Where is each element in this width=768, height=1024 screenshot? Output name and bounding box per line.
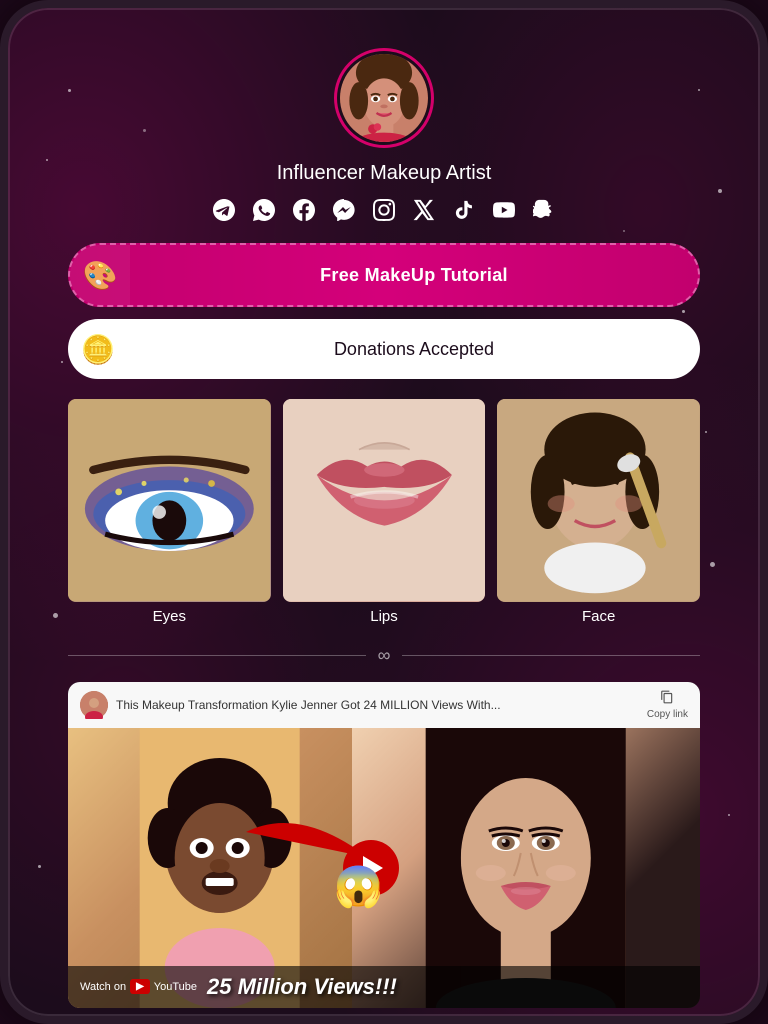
divider-line-right: [402, 655, 700, 656]
instagram-icon[interactable]: [371, 197, 397, 223]
eyes-label: Eyes: [153, 608, 186, 625]
eyes-thumbnail: [68, 399, 271, 602]
profile-name: Influencer Makeup Artist: [277, 162, 492, 185]
twitter-x-icon[interactable]: [411, 197, 437, 223]
lips-label: Lips: [370, 608, 398, 625]
video-channel-avatar: [80, 691, 108, 719]
tiktok-icon[interactable]: [451, 197, 477, 223]
video-header: This Makeup Transformation Kylie Jenner …: [68, 682, 700, 728]
face-label: Face: [582, 608, 615, 625]
face-thumbnail: [497, 399, 700, 602]
tablet-frame: Influencer Makeup Artist: [0, 0, 768, 1024]
copy-link-label: Copy link: [647, 709, 688, 720]
free-makeup-tutorial-button[interactable]: 🎨 Free MakeUp Tutorial: [68, 243, 700, 307]
facebook-icon[interactable]: [291, 197, 317, 223]
category-face[interactable]: Face: [497, 399, 700, 625]
category-lips[interactable]: Lips: [283, 399, 486, 625]
social-icons-row: [211, 197, 557, 223]
avatar: [340, 54, 428, 142]
divider-1: ∞: [68, 645, 700, 666]
video-title: This Makeup Transformation Kylie Jenner …: [116, 698, 639, 712]
watch-on-text: Watch on: [80, 981, 126, 993]
views-count: 25 Million Views!!!: [207, 974, 397, 1000]
messenger-icon[interactable]: [331, 197, 357, 223]
donations-button-label: Donations Accepted: [128, 339, 700, 360]
video-thumbnail: 😱 Watch on ▶ YouTube 25 Million Views!!!: [68, 728, 700, 1008]
video-container[interactable]: This Makeup Transformation Kylie Jenner …: [68, 682, 700, 1008]
youtube-label: YouTube: [154, 981, 197, 993]
telegram-icon[interactable]: [211, 197, 237, 223]
youtube-icon[interactable]: [491, 197, 517, 223]
donations-accepted-button[interactable]: 🪙 Donations Accepted: [68, 319, 700, 379]
avatar-ring: [334, 48, 434, 148]
avatar-svg: [340, 54, 428, 142]
category-eyes[interactable]: Eyes: [68, 399, 271, 625]
donations-button-icon: 🪙: [68, 319, 128, 379]
divider-symbol: ∞: [378, 645, 391, 666]
snapchat-icon[interactable]: [531, 197, 557, 223]
copy-link-button[interactable]: Copy link: [647, 690, 688, 720]
youtube-logo: Watch on ▶ YouTube: [80, 979, 197, 994]
tutorial-button-label: Free MakeUp Tutorial: [130, 265, 698, 286]
tutorial-button-icon: 🎨: [70, 245, 130, 305]
shocked-emoji: 😱: [333, 863, 383, 910]
whatsapp-icon[interactable]: [251, 197, 277, 223]
views-text-bar: Watch on ▶ YouTube 25 Million Views!!!: [68, 966, 700, 1008]
divider-line-left: [68, 655, 366, 656]
avatar-container: [334, 48, 434, 148]
youtube-icon-badge: ▶: [130, 979, 150, 994]
lips-thumbnail: [283, 399, 486, 602]
copy-link-icon: [660, 690, 674, 707]
page-content: Influencer Makeup Artist: [8, 8, 760, 1016]
category-grid: Eyes: [68, 399, 700, 625]
